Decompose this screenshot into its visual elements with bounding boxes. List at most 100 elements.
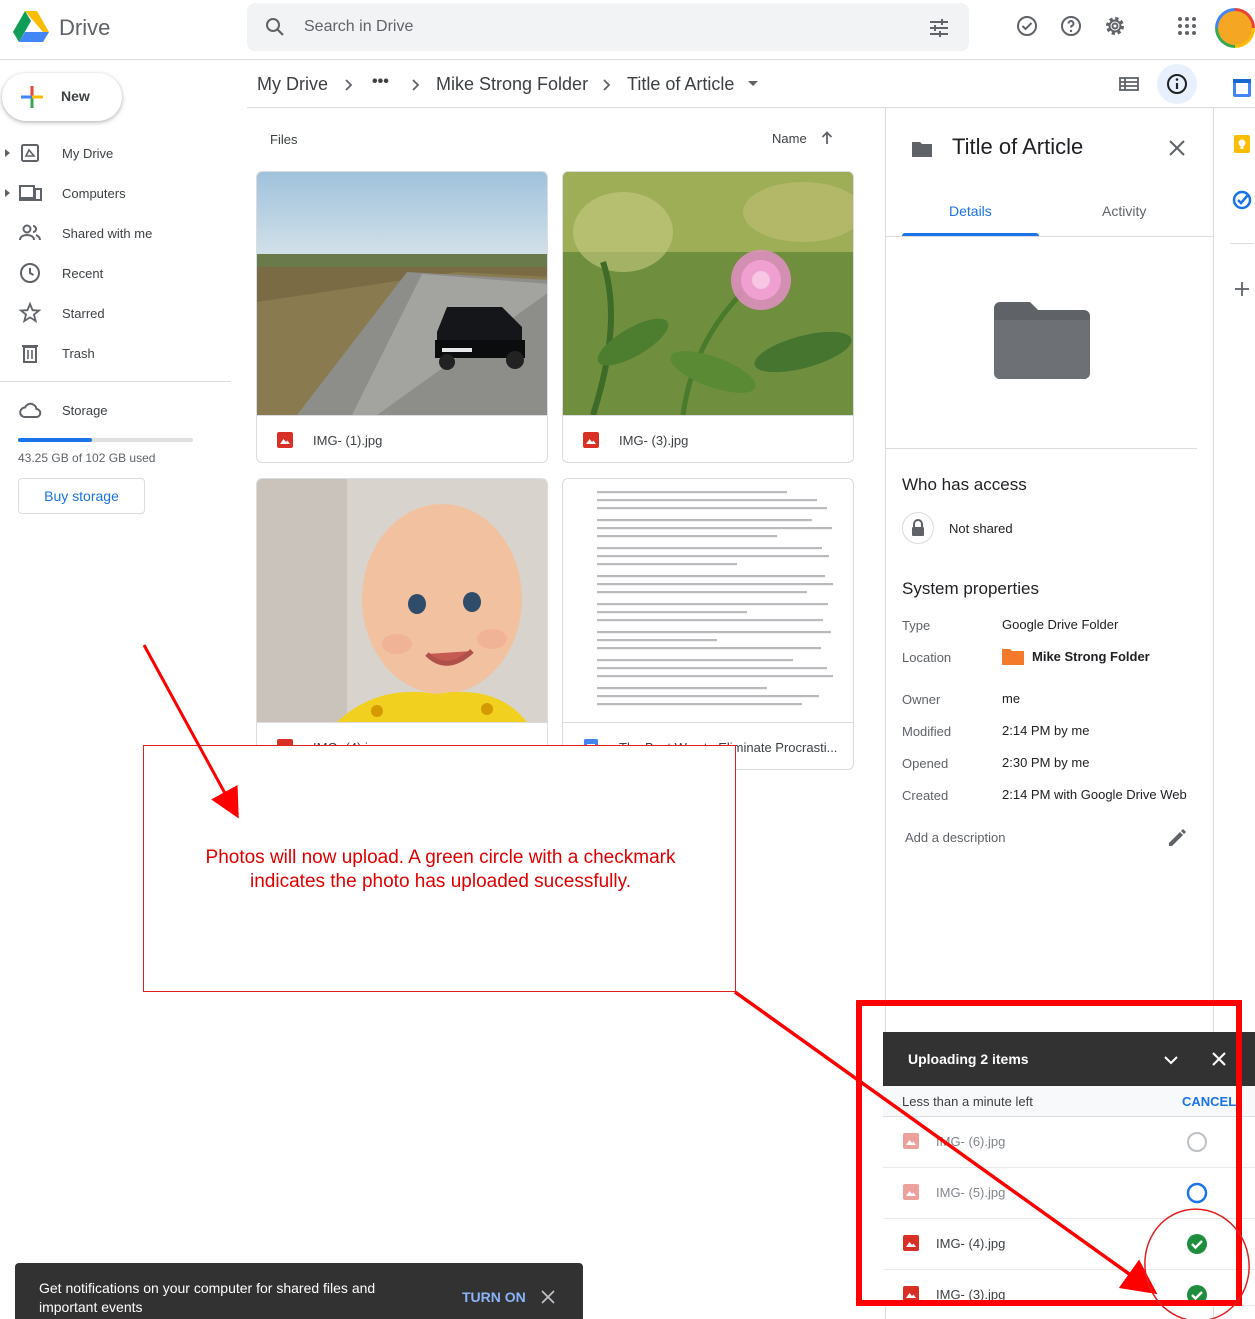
sidebar-item-starred[interactable]: Starred xyxy=(0,297,230,329)
info-icon xyxy=(1165,72,1189,96)
annotation-line-1: Photos will now upload. A green circle w… xyxy=(205,847,676,868)
prop-value-created: 2:14 PM with Google Drive Web xyxy=(1002,787,1187,802)
close-icon[interactable] xyxy=(1167,138,1187,158)
breadcrumb-current-folder[interactable]: Title of Article xyxy=(627,74,734,95)
storage-progress-fill xyxy=(18,438,92,442)
help-icon[interactable] xyxy=(1059,14,1083,38)
file-card-footer: IMG- (1).jpg xyxy=(257,415,547,462)
file-card[interactable]: IMG- (1).jpg xyxy=(256,171,548,463)
chevron-right-icon xyxy=(340,77,356,93)
doc-text-line xyxy=(597,687,767,690)
search-input[interactable]: Search in Drive xyxy=(304,18,413,36)
sidebar-item-label: Starred xyxy=(62,306,105,321)
access-status[interactable]: Not shared xyxy=(949,521,1013,536)
sidebar-item-shared-with-me[interactable]: Shared with me xyxy=(0,217,230,249)
tab-divider xyxy=(886,236,1213,237)
file-card[interactable]: IMG- (3).jpg xyxy=(562,171,854,463)
search-icon[interactable] xyxy=(263,15,287,39)
doc-text-line xyxy=(597,611,747,614)
settings-gear-icon[interactable] xyxy=(1103,14,1127,38)
sidebar-item-computers[interactable]: Computers xyxy=(0,177,230,209)
details-info-button[interactable] xyxy=(1157,64,1197,104)
sidebar-item-label: My Drive xyxy=(62,146,114,161)
sidebar-item-label: Trash xyxy=(62,346,95,361)
chevron-right-icon xyxy=(598,77,614,93)
sidebar-item-recent[interactable]: Recent xyxy=(0,257,230,289)
who-has-access-heading: Who has access xyxy=(902,475,1027,494)
prop-label-created: Created xyxy=(902,788,949,803)
snackbar-text: Get notifications on your computer for s… xyxy=(39,1280,376,1315)
drive-icon xyxy=(18,141,42,165)
search-bar[interactable]: Search in Drive xyxy=(247,3,969,51)
details-divider xyxy=(886,448,1197,449)
file-card[interactable]: The Best Way to Eliminate Procrasti... xyxy=(562,478,854,770)
breadcrumb-folder[interactable]: Mike Strong Folder xyxy=(436,74,588,95)
doc-text-line xyxy=(597,555,829,558)
image-thumbnail xyxy=(563,172,853,415)
prop-label-modified: Modified xyxy=(902,724,952,739)
apps-grid-icon[interactable] xyxy=(1175,14,1199,38)
expand-arrow-icon[interactable] xyxy=(5,189,10,197)
trash-icon xyxy=(18,341,42,365)
computer-icon xyxy=(18,181,42,205)
sidebar-item-storage[interactable]: Storage xyxy=(0,394,230,426)
drive-logo-icon[interactable] xyxy=(12,10,50,44)
rail-divider xyxy=(1230,243,1254,244)
image-file-icon xyxy=(277,432,293,448)
sidebar-item-label: Storage xyxy=(62,403,108,418)
close-snackbar-icon[interactable] xyxy=(541,1290,555,1304)
search-options-icon[interactable] xyxy=(927,16,951,40)
annotation-line-2: indicates the photo has uploaded sucessf… xyxy=(250,871,631,892)
breadcrumb-more-button[interactable]: ••• xyxy=(372,73,389,91)
new-button[interactable]: New xyxy=(2,73,122,121)
prop-value-location[interactable]: Mike Strong Folder xyxy=(1032,649,1150,664)
plus-icon xyxy=(20,85,44,109)
doc-text-line xyxy=(597,563,737,566)
turn-on-button[interactable]: TURN ON xyxy=(462,1289,526,1305)
calendar-icon[interactable] xyxy=(1232,78,1252,98)
doc-text-line xyxy=(597,659,793,662)
storage-progress-bar xyxy=(18,438,193,442)
offline-status-icon[interactable] xyxy=(1015,14,1039,38)
sort-by-name-button[interactable]: Name xyxy=(772,131,807,146)
doc-text-line xyxy=(597,667,827,670)
arrow-up-icon[interactable] xyxy=(819,130,835,146)
sidebar-item-my-drive[interactable]: My Drive xyxy=(0,137,230,169)
file-name: IMG- (1).jpg xyxy=(313,433,383,448)
notification-snackbar: Get notifications on your computer for s… xyxy=(15,1263,583,1319)
buy-storage-button[interactable]: Buy storage xyxy=(18,478,145,514)
caret-down-icon[interactable] xyxy=(747,79,759,89)
people-icon xyxy=(18,221,42,245)
expand-arrow-icon[interactable] xyxy=(5,149,10,157)
keep-icon[interactable] xyxy=(1232,134,1252,154)
doc-text-line xyxy=(597,535,777,538)
image-thumbnail xyxy=(257,479,547,722)
list-view-icon[interactable] xyxy=(1117,72,1141,96)
doc-text-line xyxy=(597,619,823,622)
add-addon-icon[interactable] xyxy=(1233,280,1251,298)
tab-details[interactable]: Details xyxy=(949,203,992,219)
large-folder-icon xyxy=(994,302,1090,379)
sidebar-item-trash[interactable]: Trash xyxy=(0,337,230,369)
doc-text-line xyxy=(597,499,817,502)
doc-text-line xyxy=(597,491,787,494)
storage-usage-text: 43.25 GB of 102 GB used xyxy=(18,451,156,465)
prop-value-owner: me xyxy=(1002,691,1021,706)
breadcrumb-my-drive[interactable]: My Drive xyxy=(257,74,328,95)
account-avatar[interactable] xyxy=(1215,8,1255,48)
doc-text-line xyxy=(597,631,831,634)
tasks-icon[interactable] xyxy=(1232,190,1252,210)
annotation-callout: Photos will now upload. A green circle w… xyxy=(143,745,736,992)
file-card[interactable]: IMG- (4).jpg xyxy=(256,478,548,770)
add-description-field[interactable]: Add a description xyxy=(905,830,1005,845)
doc-text-line xyxy=(597,591,807,594)
doc-text-line xyxy=(597,507,827,510)
top-bar: Drive Search in Drive xyxy=(0,0,1255,60)
file-card-footer: IMG- (3).jpg xyxy=(563,415,853,462)
tab-activity[interactable]: Activity xyxy=(1102,203,1146,219)
edit-pencil-icon[interactable] xyxy=(1166,827,1188,849)
app-name[interactable]: Drive xyxy=(59,15,110,41)
doc-text-line xyxy=(597,583,833,586)
prop-value-modified: 2:14 PM by me xyxy=(1002,723,1090,738)
prop-value-opened: 2:30 PM by me xyxy=(1002,755,1090,770)
